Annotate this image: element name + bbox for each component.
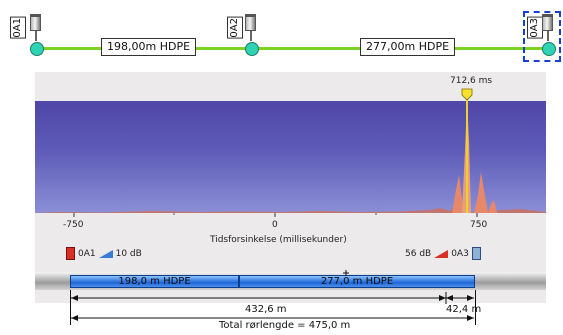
distance-remaining: 42,4 m [446, 304, 482, 315]
dimension-arrows [71, 295, 474, 321]
total-pipe-length: Total rørlengde = 475,0 m [219, 320, 351, 331]
distance-to-leak: 432,6 m [245, 304, 287, 315]
